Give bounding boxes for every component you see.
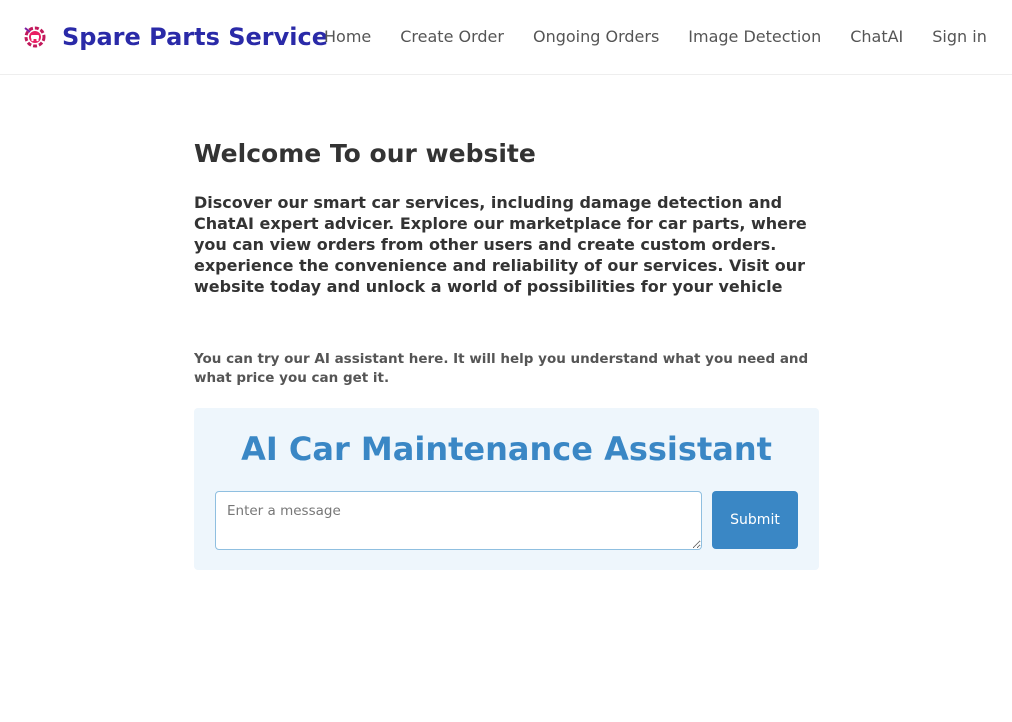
assistant-panel: AI Car Maintenance Assistant Submit (194, 408, 819, 570)
nav-links: Home Create Order Ongoing Orders Image D… (324, 24, 987, 50)
nav-link-image-detection[interactable]: Image Detection (688, 24, 821, 50)
intro-text: Discover our smart car services, includi… (194, 193, 807, 296)
page-title: Welcome To our website (194, 139, 536, 168)
assistant-title: AI Car Maintenance Assistant (241, 430, 772, 468)
car-gear-logo-icon (24, 26, 46, 48)
nav-link-home[interactable]: Home (324, 24, 371, 50)
nav-link-ongoing-orders[interactable]: Ongoing Orders (533, 24, 659, 50)
assistant-note: You can try our AI assistant here. It wi… (194, 351, 809, 386)
nav-link-create-order[interactable]: Create Order (400, 24, 504, 50)
submit-button[interactable]: Submit (712, 491, 798, 549)
message-input[interactable] (215, 491, 702, 550)
nav-link-sign-in[interactable]: Sign in (932, 24, 987, 50)
nav-link-chatai[interactable]: ChatAI (850, 24, 903, 50)
brand[interactable]: Spare Parts Service (22, 20, 328, 54)
navbar: Spare Parts Service Home Create Order On… (0, 0, 1012, 75)
main-content: Welcome To our website Discover our smar… (194, 138, 819, 570)
brand-name[interactable]: Spare Parts Service (62, 23, 328, 51)
